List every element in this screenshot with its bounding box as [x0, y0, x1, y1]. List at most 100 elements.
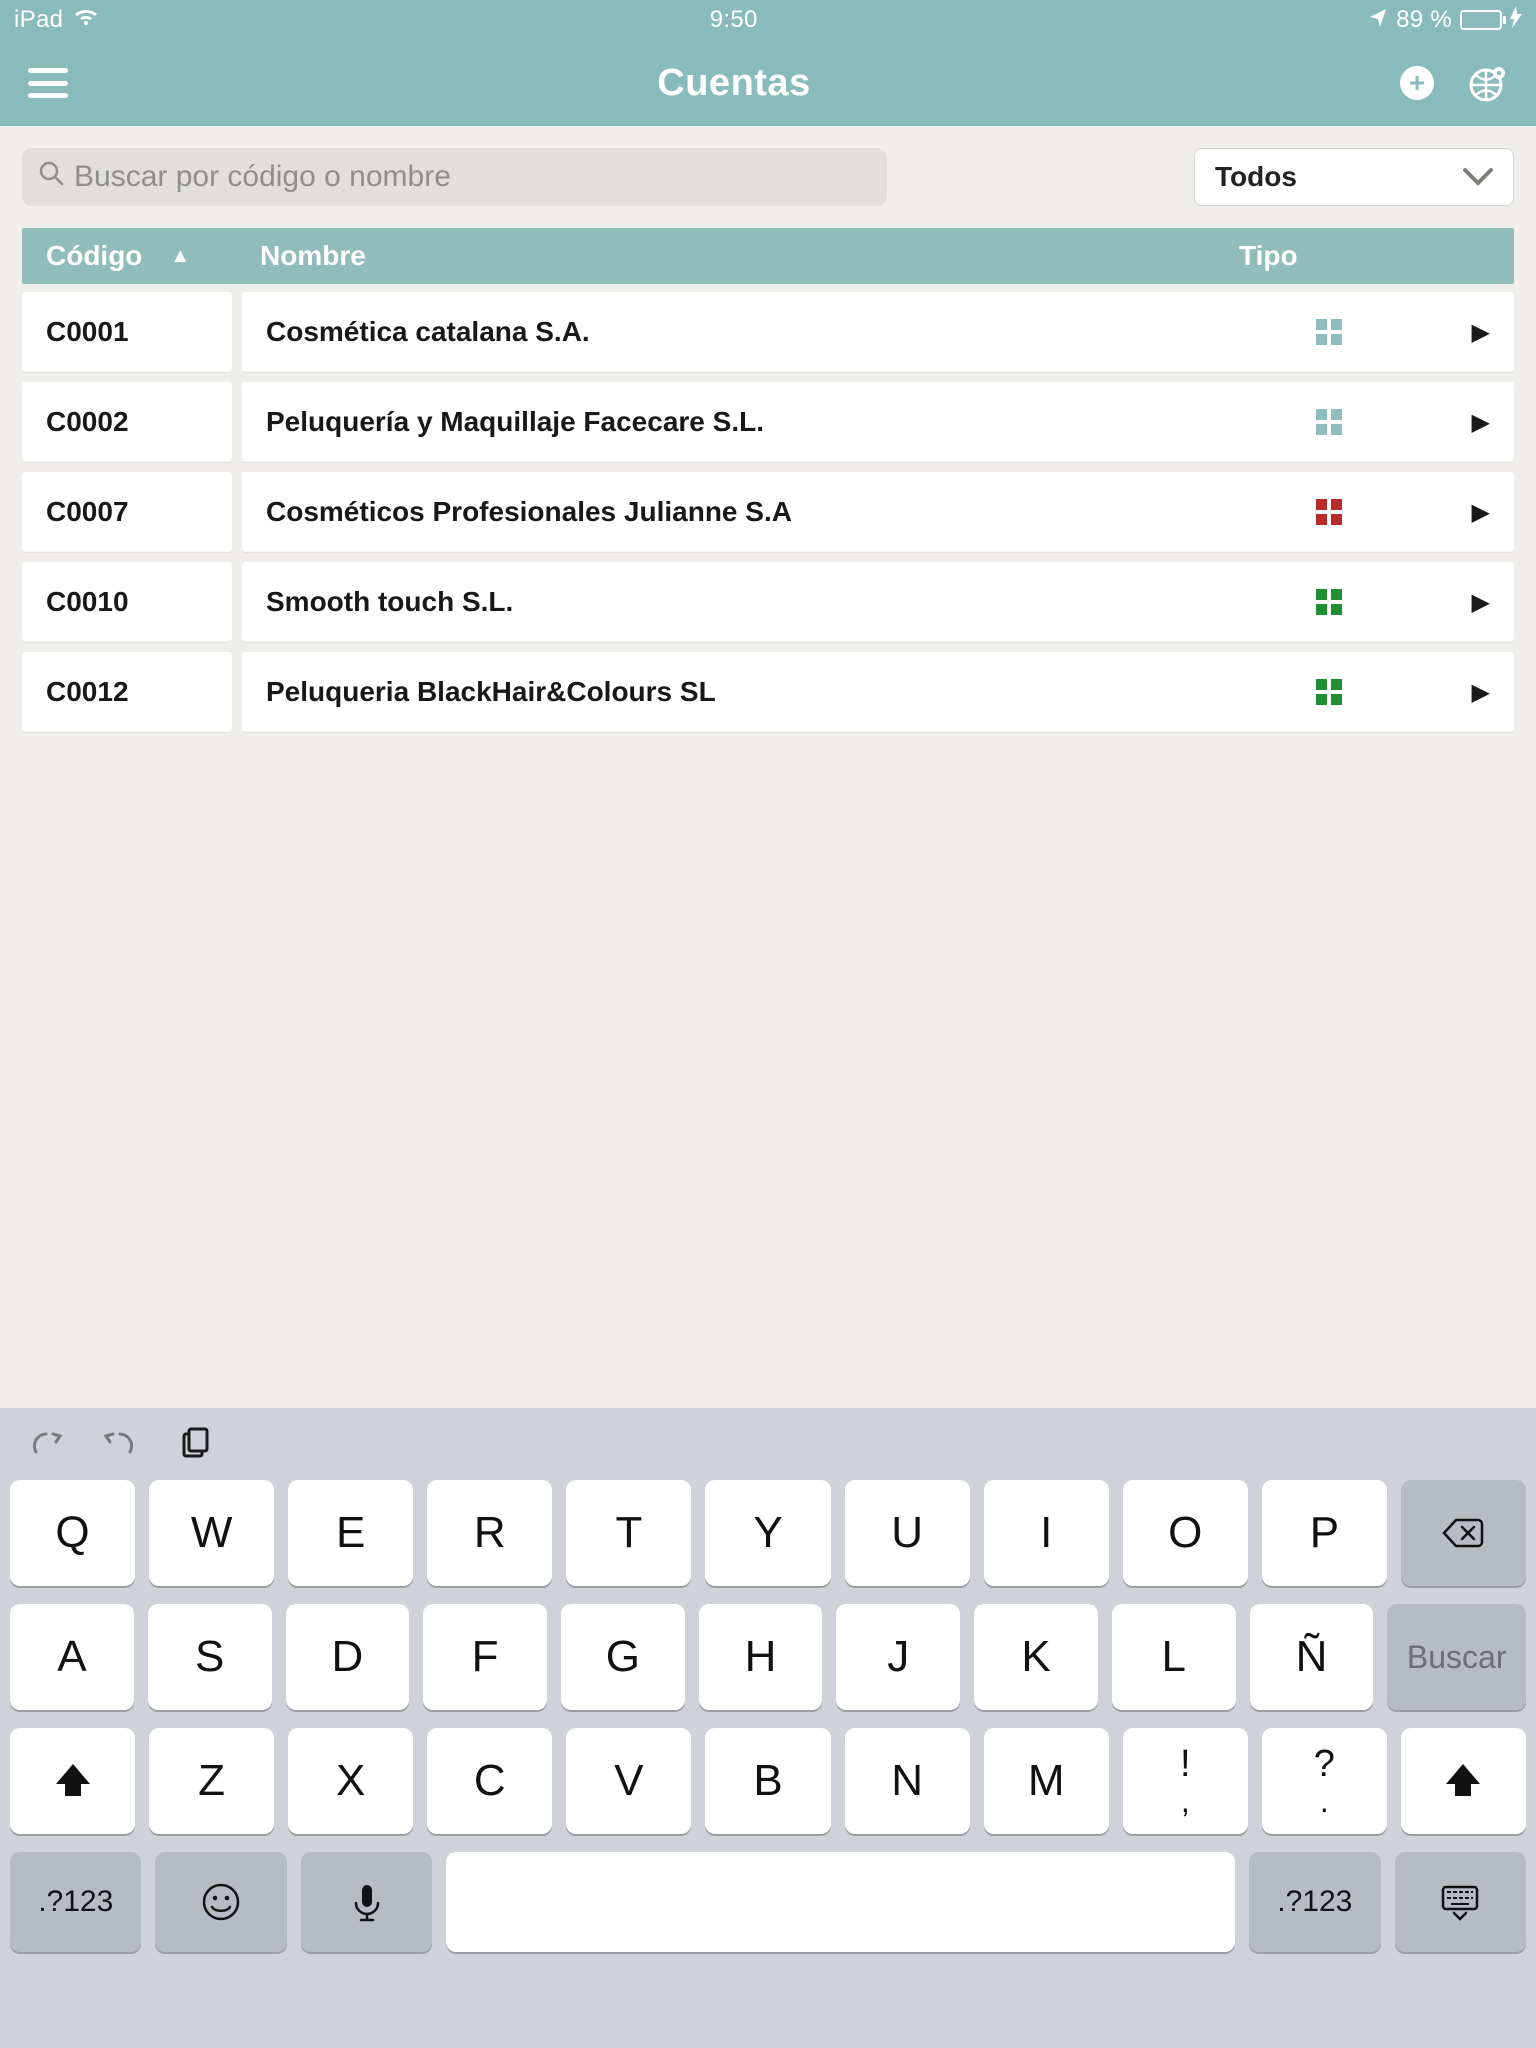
key-v[interactable]: V: [566, 1728, 691, 1834]
key-h[interactable]: H: [699, 1604, 823, 1710]
header-code[interactable]: Código ▲: [22, 240, 240, 272]
device-label: iPad: [14, 6, 63, 34]
header-code-label: Código: [46, 240, 142, 272]
keyboard: QWERTYUIOP ASDFGHJKLÑBuscar ZXCVBNM!,?. …: [0, 1408, 1536, 2048]
cell-code: C0012: [22, 652, 232, 732]
search-placeholder: Buscar por código o nombre: [74, 160, 451, 194]
keyboard-toolbar: [10, 1422, 1526, 1480]
key-o[interactable]: O: [1123, 1480, 1248, 1586]
disclosure-icon: ▶: [1472, 408, 1490, 437]
location-icon: [1368, 6, 1388, 34]
filter-selected-label: Todos: [1215, 161, 1297, 193]
disclosure-icon: ▶: [1472, 318, 1490, 347]
key-f[interactable]: F: [423, 1604, 547, 1710]
key-x[interactable]: X: [288, 1728, 413, 1834]
globe-icon[interactable]: [1468, 63, 1508, 103]
key-r[interactable]: R: [427, 1480, 552, 1586]
table-row[interactable]: C0001 Cosmética catalana S.A. ▶: [22, 292, 1514, 372]
cell-type-icon: [1316, 679, 1342, 705]
cell-name: Cosmética catalana S.A.: [266, 316, 1316, 348]
controls-row: Buscar por código o nombre Todos: [0, 126, 1536, 206]
clipboard-icon[interactable]: [176, 1426, 212, 1467]
shift-key-left[interactable]: [10, 1728, 135, 1834]
disclosure-icon: ▶: [1472, 588, 1490, 617]
key-y[interactable]: Y: [705, 1480, 830, 1586]
undo-icon[interactable]: [28, 1426, 64, 1467]
cell-type-icon: [1316, 409, 1342, 435]
numlock-key-left[interactable]: .?123: [10, 1852, 141, 1952]
key-c[interactable]: C: [427, 1728, 552, 1834]
emoji-key[interactable]: [155, 1852, 286, 1952]
dictation-key[interactable]: [301, 1852, 432, 1952]
key-g[interactable]: G: [561, 1604, 685, 1710]
status-bar: iPad 9:50 89 %: [0, 0, 1536, 40]
cell-type-icon: [1316, 589, 1342, 615]
menu-icon[interactable]: [28, 68, 68, 98]
cell-code: C0001: [22, 292, 232, 372]
cell-code: C0002: [22, 382, 232, 462]
spacebar-key[interactable]: [446, 1852, 1235, 1952]
cell-body: Cosméticos Profesionales Julianne S.A ▶: [242, 472, 1514, 552]
sort-asc-icon: ▲: [170, 245, 190, 268]
accounts-table: Código ▲ Nombre Tipo C0001Cosmética cata…: [0, 206, 1536, 754]
key-punct[interactable]: !,: [1123, 1728, 1248, 1834]
key-t[interactable]: T: [566, 1480, 691, 1586]
key-z[interactable]: Z: [149, 1728, 274, 1834]
battery-percent: 89 %: [1396, 6, 1452, 34]
key-j[interactable]: J: [836, 1604, 960, 1710]
key-m[interactable]: M: [984, 1728, 1109, 1834]
charging-icon: [1510, 6, 1522, 35]
cell-body: Peluquería y Maquillaje Facecare S.L. ▶: [242, 382, 1514, 462]
filter-select[interactable]: Todos: [1194, 148, 1514, 206]
table-row[interactable]: C0010 Smooth touch S.L. ▶: [22, 562, 1514, 642]
header-name[interactable]: Nombre: [240, 240, 1219, 272]
numlock-key-right[interactable]: .?123: [1249, 1852, 1380, 1952]
cell-type-icon: [1316, 319, 1342, 345]
table-row[interactable]: C0007Cosméticos Profesionales Julianne S…: [22, 472, 1514, 552]
backspace-key[interactable]: [1401, 1480, 1526, 1586]
table-row[interactable]: C0012 Peluqueria BlackHair&Colours SL ▶: [22, 652, 1514, 732]
disclosure-icon: ▶: [1472, 498, 1490, 527]
shift-key-right[interactable]: [1401, 1728, 1526, 1834]
key-d[interactable]: D: [286, 1604, 410, 1710]
key-a[interactable]: A: [10, 1604, 134, 1710]
key-q[interactable]: Q: [10, 1480, 135, 1586]
search-key[interactable]: Buscar: [1387, 1604, 1526, 1710]
cell-name: Cosméticos Profesionales Julianne S.A: [266, 496, 1316, 528]
table-header: Código ▲ Nombre Tipo: [22, 228, 1514, 284]
key-i[interactable]: I: [984, 1480, 1109, 1586]
search-icon: [38, 160, 64, 194]
dismiss-keyboard-key[interactable]: [1395, 1852, 1526, 1952]
search-input[interactable]: Buscar por código o nombre: [22, 148, 887, 206]
status-time: 9:50: [99, 6, 1368, 34]
add-button[interactable]: +: [1400, 66, 1434, 100]
key-s[interactable]: S: [148, 1604, 272, 1710]
key-w[interactable]: W: [149, 1480, 274, 1586]
disclosure-icon: ▶: [1472, 678, 1490, 707]
cell-body: Smooth touch S.L. ▶: [242, 562, 1514, 642]
cell-body: Cosmética catalana S.A. ▶: [242, 292, 1514, 372]
chevron-down-icon: [1463, 158, 1493, 197]
battery-icon: [1460, 10, 1502, 30]
key-p[interactable]: P: [1262, 1480, 1387, 1586]
cell-code: C0010: [22, 562, 232, 642]
wifi-icon: [73, 6, 99, 34]
key-l[interactable]: L: [1112, 1604, 1236, 1710]
table-body: C0001Cosmética catalana S.A.▶C0002Peluqu…: [22, 292, 1514, 732]
table-row[interactable]: C0002Peluquería y Maquillaje Facecare S.…: [22, 382, 1514, 462]
cell-name: Peluqueria BlackHair&Colours SL: [266, 676, 1316, 708]
key-u[interactable]: U: [845, 1480, 970, 1586]
header-type[interactable]: Tipo: [1219, 240, 1514, 272]
redo-icon[interactable]: [102, 1426, 138, 1467]
key-b[interactable]: B: [705, 1728, 830, 1834]
cell-name: Peluquería y Maquillaje Facecare S.L.: [266, 406, 1316, 438]
page-title: Cuentas: [68, 62, 1400, 105]
key-n[interactable]: N: [845, 1728, 970, 1834]
nav-bar: Cuentas +: [0, 40, 1536, 126]
cell-body: Peluqueria BlackHair&Colours SL ▶: [242, 652, 1514, 732]
key-punct[interactable]: ?.: [1262, 1728, 1387, 1834]
cell-name: Smooth touch S.L.: [266, 586, 1316, 618]
key-ñ[interactable]: Ñ: [1250, 1604, 1374, 1710]
key-k[interactable]: K: [974, 1604, 1098, 1710]
key-e[interactable]: E: [288, 1480, 413, 1586]
